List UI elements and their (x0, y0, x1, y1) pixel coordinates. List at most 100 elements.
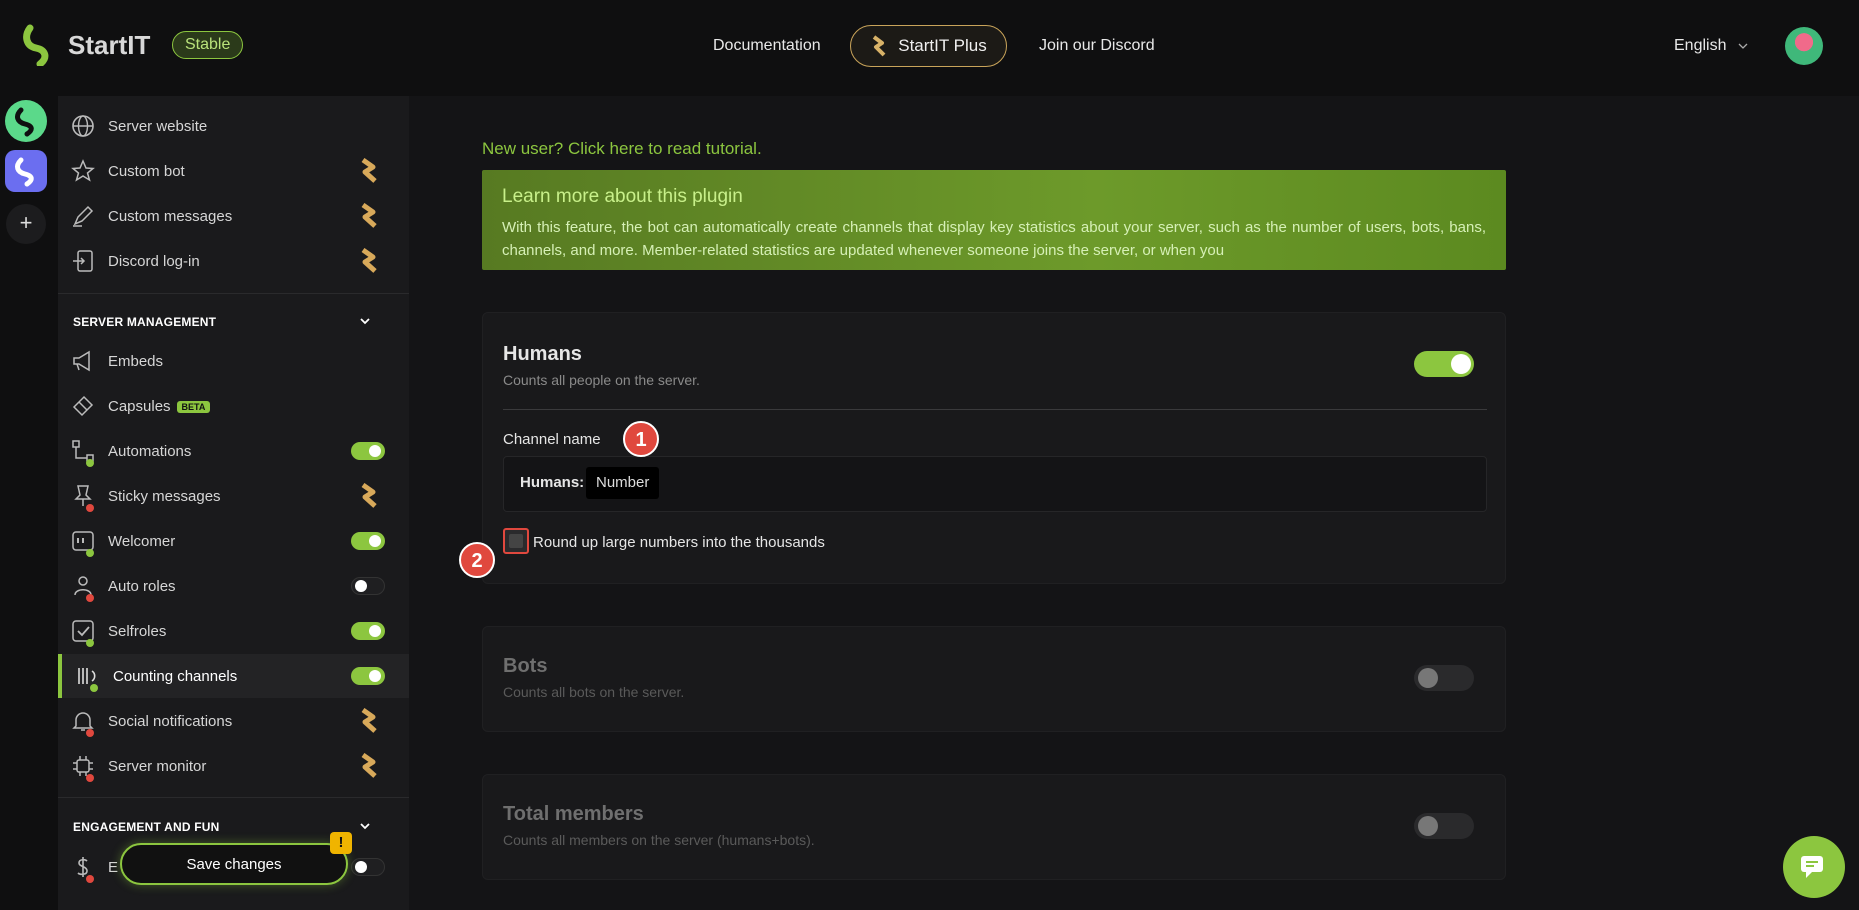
sidebar-item-server-website[interactable]: Server website (58, 104, 409, 148)
premium-icon (361, 753, 377, 778)
status-dot (86, 594, 94, 602)
sidebar-item-sticky-messages[interactable]: Sticky messages (58, 474, 409, 518)
counter-card-bots: Bots Counts all bots on the server. (482, 626, 1506, 732)
chevron-down-icon[interactable] (358, 314, 372, 328)
premium-icon (361, 248, 377, 273)
card-title: Total members (503, 803, 644, 825)
sidebar-item-custom-bot[interactable]: Custom bot (58, 149, 409, 193)
status-dot (86, 639, 94, 647)
annotation-marker-1: 1 (623, 421, 659, 457)
sidebar-item-label: Counting channels (113, 667, 238, 685)
sidebar-item-label: Custom bot (108, 162, 185, 180)
server-icon-startit[interactable] (5, 100, 47, 142)
support-chat-button[interactable] (1783, 836, 1845, 898)
section-engagement-and-fun[interactable]: ENGAGEMENT AND FUN (73, 820, 220, 834)
sidebar-item-discord-login[interactable]: Discord log-in (58, 239, 409, 283)
bots-toggle[interactable] (1414, 665, 1474, 691)
capsule-icon (72, 395, 94, 417)
sidebar-item-server-monitor[interactable]: Server monitor (58, 744, 409, 788)
sidebar-item-label: Embeds (108, 352, 164, 370)
add-server-button[interactable]: + (6, 204, 46, 244)
auto-roles-toggle[interactable] (351, 577, 385, 595)
card-title: Humans (503, 343, 582, 365)
save-changes-button[interactable]: Save changes (120, 843, 348, 885)
sidebar-item-capsules[interactable]: Capsules BETA (58, 384, 409, 428)
sidebar-item-label: Custom messages (108, 207, 233, 225)
sidebar-item-social-notifications[interactable]: Social notifications (58, 699, 409, 743)
user-avatar[interactable] (1785, 27, 1823, 65)
premium-icon (361, 158, 377, 183)
card-subtitle: Counts all members on the server (humans… (503, 832, 815, 848)
language-select[interactable]: English (1674, 37, 1748, 55)
globe-icon (72, 115, 94, 137)
nav-documentation[interactable]: Documentation (713, 37, 821, 55)
login-icon (73, 250, 93, 272)
status-dot (90, 684, 98, 692)
sidebar-item-label: Welcomer (108, 532, 176, 550)
round-thousands-checkbox[interactable] (503, 528, 529, 554)
nav-discord[interactable]: Join our Discord (1039, 37, 1155, 55)
sidebar-item-selfroles[interactable]: Selfroles (58, 609, 409, 653)
number-variable-chip[interactable]: Number (586, 467, 660, 499)
premium-icon (361, 708, 377, 733)
round-thousands-label: Round up large numbers into the thousand… (533, 534, 825, 551)
learn-more-banner: Learn more about this plugin With this f… (482, 170, 1506, 270)
sidebar-item-embeds[interactable]: Embeds (58, 339, 409, 383)
learn-more-text: With this feature, the bot can automatic… (502, 219, 1486, 259)
status-dot (86, 729, 94, 737)
status-dot (86, 875, 94, 883)
tutorial-link[interactable]: New user? Click here to read tutorial. (482, 139, 762, 159)
channel-badge[interactable]: Stable (172, 31, 244, 59)
humans-toggle[interactable] (1414, 351, 1474, 377)
automations-toggle[interactable] (351, 442, 385, 460)
startit-logo-icon (23, 24, 49, 66)
counting-channels-toggle[interactable] (351, 667, 385, 685)
card-subtitle: Counts all bots on the server. (503, 684, 685, 700)
economy-toggle[interactable] (351, 858, 385, 876)
pen-icon (73, 205, 94, 227)
sidebar-item-label: Capsules BETA (108, 397, 211, 415)
total-members-toggle[interactable] (1414, 813, 1474, 839)
sidebar-divider (58, 797, 409, 798)
chat-icon (1801, 856, 1823, 878)
sidebar-item-label: Discord log-in (108, 252, 200, 270)
sidebar-item-label: Server monitor (108, 757, 207, 775)
channel-name-label: Channel name (503, 431, 601, 448)
brand-logo[interactable]: StartIT (22, 24, 150, 66)
sidebar-item-automations[interactable]: Automations (58, 429, 409, 473)
startit-plus-button[interactable]: StartIT Plus (850, 25, 1007, 67)
sidebar-item-label: Auto roles (108, 577, 176, 595)
channel-name-input[interactable]: Humans: Number (503, 456, 1487, 512)
welcomer-toggle[interactable] (351, 532, 385, 550)
capsules-label: Capsules (108, 397, 171, 415)
startit-plus-label: StartIT Plus (898, 36, 987, 55)
status-dot (86, 504, 94, 512)
sidebar-item-label: Selfroles (108, 622, 167, 640)
sidebar-item-label: Social notifications (108, 712, 233, 730)
chevron-down-icon (1739, 43, 1748, 49)
status-dot (86, 549, 94, 557)
channel-prefix: Humans: (520, 474, 585, 491)
beta-badge: BETA (176, 400, 211, 413)
sidebar-item-welcomer[interactable]: Welcomer (58, 519, 409, 563)
server-icon-active[interactable] (5, 150, 47, 192)
sidebar-divider (58, 293, 409, 294)
unsaved-warning-icon: ! (330, 832, 352, 854)
sidebar-item-label: Sticky messages (108, 487, 221, 505)
card-divider (503, 409, 1487, 410)
server-logo-icon (15, 107, 34, 137)
sidebar-item-auto-roles[interactable]: Auto roles (58, 564, 409, 608)
megaphone-icon (73, 350, 90, 372)
star-icon (71, 159, 95, 182)
learn-more-title: Learn more about this plugin (502, 186, 743, 207)
brand-name: StartIT (68, 29, 151, 60)
sidebar-item-label: Automations (108, 442, 192, 460)
chevron-down-icon[interactable] (358, 819, 372, 833)
sidebar-item-counting-channels[interactable]: Counting channels (58, 654, 409, 698)
selfroles-toggle[interactable] (351, 622, 385, 640)
section-server-management[interactable]: SERVER MANAGEMENT (73, 315, 216, 329)
annotation-marker-2: 2 (459, 542, 495, 578)
sidebar: Server website Custom bot Custom message… (58, 96, 409, 910)
sidebar-item-custom-messages[interactable]: Custom messages (58, 194, 409, 238)
premium-icon (361, 483, 377, 508)
